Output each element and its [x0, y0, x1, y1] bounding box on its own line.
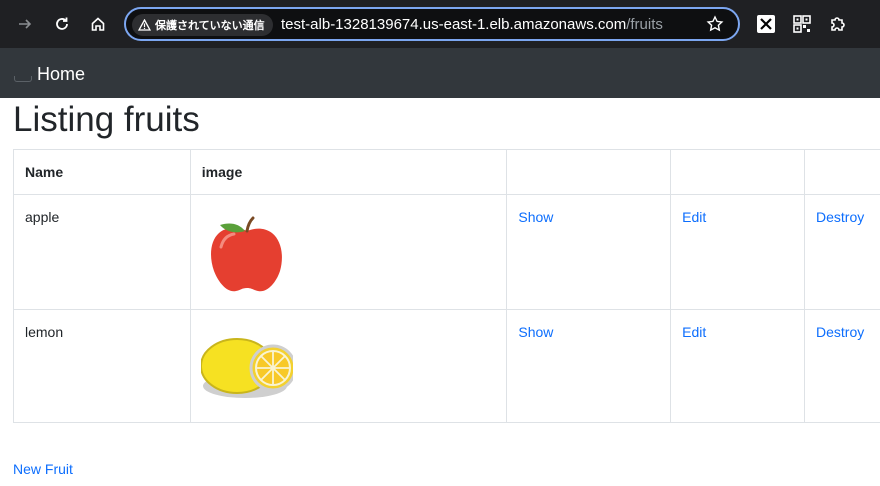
navbar-toggler[interactable] — [14, 76, 32, 82]
show-link[interactable]: Show — [518, 324, 553, 340]
security-chip[interactable]: 保護されていない通信 — [132, 14, 273, 36]
fruit-image-cell — [189, 194, 508, 310]
lemon-icon — [199, 338, 297, 398]
fruit-image-cell — [189, 309, 508, 423]
star-icon — [706, 15, 724, 32]
reload-button[interactable] — [48, 10, 76, 38]
edit-cell: Edit — [670, 309, 805, 423]
new-fruit-link[interactable]: New Fruit — [13, 461, 73, 477]
url-path: /fruits — [626, 16, 663, 33]
header-edit — [670, 149, 805, 195]
table-header-row: Name image — [13, 149, 880, 195]
app-navbar — [0, 48, 880, 98]
page-title: Listing fruits — [13, 100, 200, 139]
browser-toolbar: 保護されていない通信 test-alb-1328139674.us-east-1… — [0, 0, 880, 48]
table-row: lemon Show Edit Destroy — [13, 309, 880, 423]
extension-x-button[interactable] — [756, 14, 776, 34]
apple-icon — [210, 216, 282, 292]
fruit-name: lemon — [13, 309, 191, 423]
extension-qr-button[interactable] — [792, 14, 812, 34]
destroy-cell: Destroy — [804, 194, 880, 310]
destroy-link[interactable]: Destroy — [816, 209, 864, 225]
security-label: 保護されていない通信 — [155, 19, 265, 32]
header-show — [506, 149, 672, 195]
destroy-cell: Destroy — [804, 309, 880, 423]
puzzle-piece-icon — [831, 17, 845, 31]
header-name: Name — [13, 149, 191, 195]
edit-link[interactable]: Edit — [682, 209, 706, 225]
navbar-home-link[interactable]: Home — [37, 64, 85, 85]
warning-icon — [138, 19, 151, 31]
destroy-link[interactable]: Destroy — [816, 324, 864, 340]
x-logo-icon — [757, 15, 775, 33]
url-text: test-alb-1328139674.us-east-1.elb.amazon… — [281, 16, 663, 33]
home-button[interactable] — [84, 10, 112, 38]
header-destroy — [804, 149, 880, 195]
fruits-table: Name image apple Show Edit Destroy lemon — [13, 149, 880, 423]
edit-cell: Edit — [670, 194, 805, 310]
reload-icon — [56, 17, 68, 30]
edit-link[interactable]: Edit — [682, 324, 706, 340]
fruit-name: apple — [13, 194, 191, 310]
show-cell: Show — [506, 194, 672, 310]
home-icon — [91, 17, 105, 31]
forward-button[interactable] — [11, 10, 39, 38]
table-row: apple Show Edit Destroy — [13, 194, 880, 310]
show-link[interactable]: Show — [518, 209, 553, 225]
header-image: image — [189, 149, 508, 195]
extensions-menu-button[interactable] — [828, 14, 848, 34]
address-bar[interactable]: 保護されていない通信 test-alb-1328139674.us-east-1… — [124, 7, 740, 41]
bookmark-star-button[interactable] — [706, 15, 724, 38]
arrow-right-icon — [19, 19, 32, 29]
qr-code-icon — [793, 15, 811, 33]
show-cell: Show — [506, 309, 672, 423]
url-host: test-alb-1328139674.us-east-1.elb.amazon… — [281, 16, 627, 33]
